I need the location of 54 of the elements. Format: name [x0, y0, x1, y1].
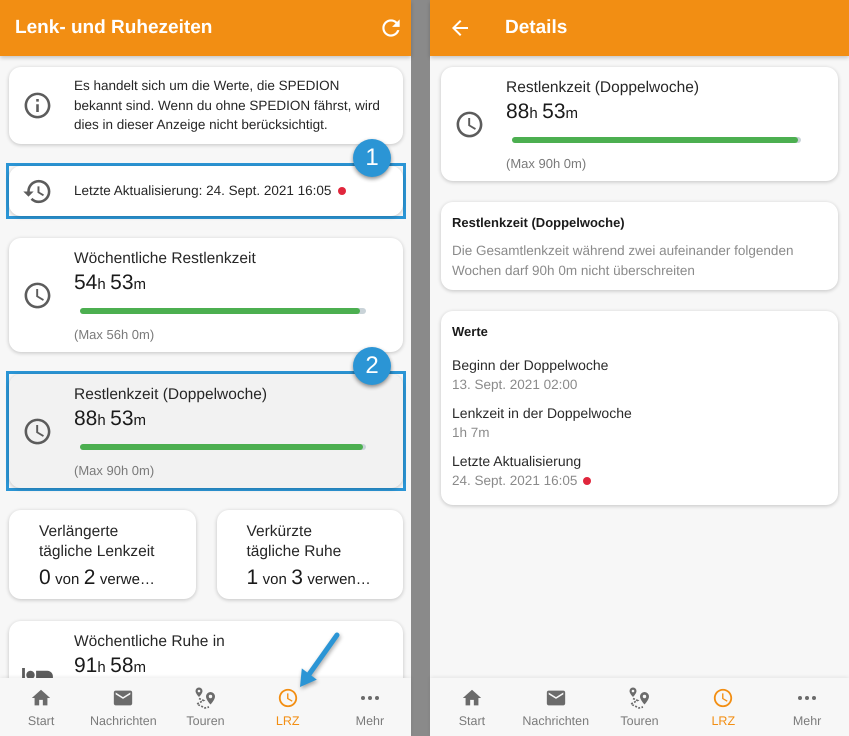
remaining-time: 88h 53m: [506, 99, 580, 125]
value-label: Beginn der Doppelwoche: [452, 356, 610, 375]
clock-icon: [454, 108, 485, 140]
value-text: 13. Sept. 2021 02:00: [452, 376, 578, 394]
nav-tab[interactable]: Nachrichten: [82, 678, 164, 736]
max-text: (Max 90h 0m): [74, 462, 156, 480]
info-text: Es handelt sich um die Werte, die SPEDION bekannt sind. Wenn du ohne SPEDION fährst, wird dies in dieser Anzeige nicht berücksichtigt.: [74, 77, 381, 134]
more-dots-icon: [360, 696, 379, 700]
time-card[interactable]: Restlenkzeit (Doppelwoche) 88h 53m (Max 90h 0m): [9, 374, 403, 488]
route-pins-icon: [195, 687, 216, 709]
nav-tab[interactable]: Start: [430, 678, 514, 736]
value-label: Lenkzeit in der Doppelwoche: [452, 404, 633, 423]
nav-tab[interactable]: Mehr: [328, 678, 412, 736]
remaining-time: 88h 53m: [74, 406, 148, 432]
screen-title: Details: [505, 16, 568, 40]
time-card[interactable]: Restlenkzeit (Doppelwoche) 88h 53m (Max 90h 0m): [441, 67, 838, 181]
counter-card[interactable]: Verkürzte tägliche Ruhe 1 von 3 verwen…: [216, 510, 403, 599]
value-label: Letzte Aktualisierung: [452, 452, 582, 471]
time-card[interactable]: Wöchentliche Restlenkzeit 54h 53m (Max 56h 0m): [9, 238, 403, 352]
value-text: 1h 7m: [452, 424, 490, 442]
counter-title: Verlängerte tägliche Lenkzeit: [39, 522, 156, 562]
nav-tab[interactable]: Touren: [598, 678, 682, 736]
screen-title: Lenk- und Ruhezeiten: [15, 16, 212, 40]
clock-icon: [712, 687, 734, 709]
remaining-time: 54h 53m: [74, 270, 148, 296]
card-title: Restlenkzeit (Doppelwoche): [74, 385, 268, 405]
clock-icon: [276, 687, 299, 709]
info-icon: [22, 90, 53, 121]
max-text: (Max 90h 0m): [506, 155, 588, 173]
card-title: Wöchentliche Restlenkzeit: [74, 249, 257, 269]
values-title: Werte: [452, 323, 489, 341]
usage-count: 1 von 3 verwen…: [246, 565, 372, 591]
nav-tab[interactable]: Nachrichten: [514, 678, 598, 736]
counter-card[interactable]: Verlängerte tägliche Lenkzeit 0 von 2 verwe…: [9, 510, 196, 599]
usage-count: 0 von 2 verwe…: [39, 565, 156, 591]
update-text: Letzte Aktualisierung: 24. Sept. 2021 16:05: [74, 182, 332, 200]
more-dots-icon: [798, 696, 816, 700]
counter-title: Verkürzte tägliche Ruhe: [246, 522, 342, 562]
clock-icon: [22, 416, 53, 446]
nav-tab[interactable]: Touren: [164, 678, 247, 736]
card-title: Wöchentliche Ruhe in: [74, 632, 226, 652]
description-text: Die Gesamtlenkzeit während zwei aufeinander folgenden Wochen darf 90h 0m nicht überschreiten: [452, 242, 794, 280]
route-pins-icon: [628, 687, 650, 709]
description-title: Restlenkzeit (Doppelwoche): [452, 214, 626, 232]
nav-tab[interactable]: Mehr: [765, 678, 849, 736]
rest-card[interactable]: Wöchentliche Ruhe in 91h 58m: [9, 621, 403, 678]
clock-icon: [22, 280, 53, 310]
card-title: Restlenkzeit (Doppelwoche): [506, 78, 700, 98]
nav-tab[interactable]: LRZ: [681, 678, 766, 736]
value-text: 24. Sept. 2021 16:05: [452, 472, 578, 490]
nav-tab[interactable]: Start: [0, 678, 82, 736]
max-text: (Max 56h 0m): [74, 326, 156, 344]
remaining-time: 91h 58m: [74, 653, 148, 678]
nav-tab[interactable]: LRZ: [246, 678, 329, 736]
